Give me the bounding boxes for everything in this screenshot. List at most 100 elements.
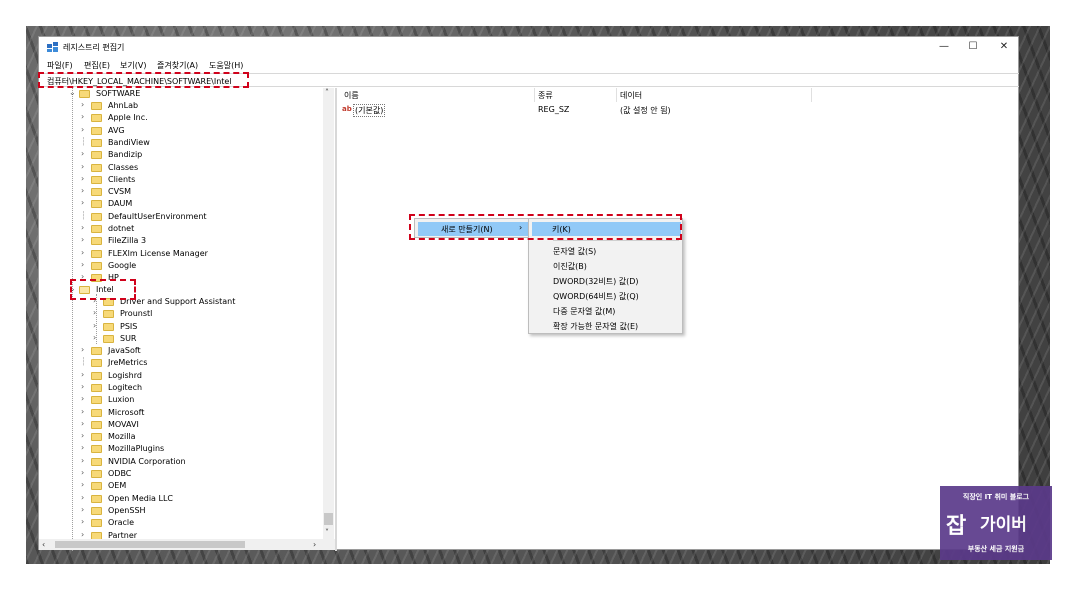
value-name[interactable]: (기본값) bbox=[353, 104, 386, 117]
maximize-button[interactable]: ☐ bbox=[958, 39, 988, 55]
column-separator[interactable] bbox=[534, 88, 535, 102]
column-header-type[interactable]: 종류 bbox=[538, 90, 553, 101]
chevron-right-icon[interactable]: › bbox=[81, 272, 89, 281]
chevron-right-icon[interactable]: › bbox=[81, 480, 89, 489]
folder-icon bbox=[91, 383, 102, 392]
chevron-right-icon[interactable]: › bbox=[93, 296, 101, 305]
menu-favorites[interactable]: 즐겨찾기(A) bbox=[157, 60, 198, 71]
chevron-right-icon[interactable]: › bbox=[81, 149, 89, 158]
chevron-right-icon[interactable]: › bbox=[93, 321, 101, 330]
folder-icon bbox=[79, 90, 90, 98]
submenu-arrow-icon: › bbox=[519, 223, 523, 232]
menu-help[interactable]: 도움말(H) bbox=[209, 60, 243, 71]
chevron-right-icon[interactable]: › bbox=[81, 456, 89, 465]
folder-icon bbox=[91, 470, 102, 478]
menu-edit[interactable]: 편집(E) bbox=[84, 60, 110, 71]
tree-guide-line bbox=[72, 88, 73, 551]
folder-icon bbox=[91, 506, 102, 515]
chevron-right-icon[interactable]: › bbox=[81, 394, 89, 403]
submenu-item-string[interactable]: 문자열 값(S) bbox=[553, 246, 596, 257]
chevron-right-icon[interactable]: › bbox=[81, 260, 89, 269]
folder-icon bbox=[91, 420, 102, 429]
close-button[interactable]: ✕ bbox=[989, 39, 1019, 55]
chevron-right-icon[interactable]: › bbox=[81, 100, 89, 109]
chevron-right-icon[interactable]: › bbox=[81, 174, 89, 183]
folder-icon bbox=[91, 163, 102, 172]
chevron-right-icon[interactable]: › bbox=[81, 431, 89, 440]
folder-icon bbox=[91, 457, 102, 466]
folder-icon bbox=[91, 433, 102, 442]
column-header-name[interactable]: 이름 bbox=[344, 90, 359, 101]
folder-icon bbox=[91, 274, 102, 283]
folder-icon bbox=[103, 322, 114, 331]
folder-icon bbox=[91, 494, 102, 503]
scroll-down-arrow-icon[interactable]: ˅ bbox=[325, 528, 329, 537]
chevron-right-icon[interactable]: › bbox=[81, 370, 89, 379]
string-value-icon: ab bbox=[342, 105, 352, 113]
chevron-right-icon[interactable]: › bbox=[81, 517, 89, 526]
value-data: (값 설정 안 됨) bbox=[620, 106, 671, 115]
column-separator[interactable] bbox=[811, 88, 812, 102]
folder-icon bbox=[91, 237, 102, 246]
tree-line: ┆ bbox=[81, 136, 86, 146]
folder-icon bbox=[91, 102, 102, 110]
submenu-item-dword[interactable]: DWORD(32비트) 값(D) bbox=[553, 276, 639, 287]
chevron-right-icon[interactable]: › bbox=[81, 162, 89, 171]
chevron-right-icon[interactable]: › bbox=[81, 125, 89, 134]
folder-icon bbox=[91, 408, 102, 417]
chevron-right-icon[interactable]: › bbox=[81, 468, 89, 477]
chevron-right-icon[interactable]: › bbox=[81, 186, 89, 195]
chevron-right-icon[interactable]: › bbox=[81, 407, 89, 416]
scroll-up-arrow-icon[interactable]: ˄ bbox=[325, 88, 329, 97]
chevron-down-icon[interactable]: ⌄ bbox=[69, 284, 77, 293]
folder-icon bbox=[91, 151, 102, 160]
folder-icon bbox=[91, 200, 102, 209]
scrollbar-thumb[interactable] bbox=[324, 513, 333, 525]
minimize-button[interactable]: — bbox=[929, 39, 959, 55]
submenu-item-multi-string[interactable]: 다중 문자열 값(M) bbox=[553, 306, 615, 317]
chevron-right-icon[interactable]: › bbox=[81, 248, 89, 257]
chevron-right-icon[interactable]: › bbox=[81, 223, 89, 232]
tree-horizontal-scrollbar[interactable]: ‹ › bbox=[39, 539, 335, 550]
address-path[interactable]: 컴퓨터\HKEY_LOCAL_MACHINE\SOFTWARE\Intel bbox=[47, 76, 232, 87]
registry-app-icon bbox=[47, 42, 58, 52]
chevron-right-icon[interactable]: › bbox=[93, 333, 101, 342]
chevron-right-icon[interactable]: › bbox=[81, 382, 89, 391]
chevron-right-icon[interactable]: › bbox=[81, 198, 89, 207]
menu-view[interactable]: 보기(V) bbox=[120, 60, 146, 71]
scroll-left-arrow-icon[interactable]: ‹ bbox=[42, 540, 45, 549]
registry-tree: ⌄ SOFTWARE ⌄ Intel › AhnLab › Apple Inc. › AV… bbox=[39, 88, 335, 551]
chevron-right-icon[interactable]: › bbox=[81, 493, 89, 502]
tree-vertical-scrollbar[interactable]: ˄ ˅ bbox=[323, 88, 334, 540]
submenu-item-qword[interactable]: QWORD(64비트) 값(Q) bbox=[553, 291, 639, 302]
scroll-right-arrow-icon[interactable]: › bbox=[313, 540, 316, 549]
folder-icon bbox=[91, 114, 102, 123]
submenu-item-key[interactable]: 키(K) bbox=[532, 222, 681, 236]
value-type: REG_SZ bbox=[538, 105, 570, 114]
pane-splitter[interactable] bbox=[335, 88, 337, 551]
folder-icon bbox=[91, 126, 102, 135]
chevron-right-icon[interactable]: › bbox=[81, 530, 89, 539]
chevron-right-icon[interactable]: › bbox=[81, 505, 89, 514]
chevron-right-icon[interactable]: › bbox=[81, 443, 89, 452]
chevron-right-icon[interactable]: › bbox=[81, 235, 89, 244]
address-bar[interactable]: 컴퓨터\HKEY_LOCAL_MACHINE\SOFTWARE\Intel bbox=[43, 73, 1019, 87]
scrollbar-thumb[interactable] bbox=[55, 541, 245, 548]
column-separator[interactable] bbox=[616, 88, 617, 102]
column-header-data[interactable]: 데이터 bbox=[620, 90, 642, 101]
submenu-item-binary[interactable]: 이진값(B) bbox=[553, 261, 587, 272]
tree-line: ┆ bbox=[81, 210, 86, 220]
menu-separator bbox=[553, 240, 679, 241]
folder-icon bbox=[91, 519, 102, 528]
chevron-right-icon[interactable]: › bbox=[93, 308, 101, 317]
submenu-item-expandable-string[interactable]: 확장 가능한 문자열 값(E) bbox=[553, 321, 638, 332]
folder-icon bbox=[91, 261, 102, 270]
chevron-right-icon[interactable]: › bbox=[81, 419, 89, 428]
chevron-right-icon[interactable]: › bbox=[81, 112, 89, 121]
blog-watermark-logo: 직장인 IT 취미 블로그 잡 가이버 부동산 세금 지원금 bbox=[940, 486, 1052, 560]
menu-file[interactable]: 파일(F) bbox=[47, 60, 73, 71]
menu-item-new[interactable]: 새로 만들기(N) › bbox=[418, 222, 528, 236]
chevron-down-icon[interactable]: ⌄ bbox=[69, 88, 77, 97]
folder-icon bbox=[91, 359, 102, 368]
chevron-right-icon[interactable]: › bbox=[81, 345, 89, 354]
